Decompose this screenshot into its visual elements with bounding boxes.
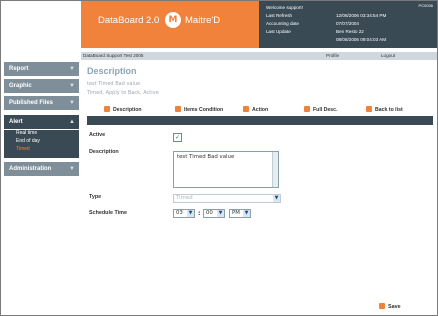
orange-square-icon: [304, 106, 310, 112]
active-label: Active: [89, 132, 106, 138]
last-update-time: 08/08/2006 09:04:03 AM: [336, 37, 387, 42]
chevron-down-icon: ▼: [69, 66, 75, 72]
description-label: Description: [89, 149, 119, 155]
tab-back-to-list-label: Back to list: [375, 107, 403, 113]
description-textarea[interactable]: test Timed Bad value: [173, 151, 279, 188]
nav-alert-label: Alert: [9, 119, 23, 125]
nav-timed[interactable]: Timed: [16, 146, 30, 152]
chevron-down-icon: ▼: [187, 210, 194, 217]
accounting-date-value: 07/07/2004: [336, 21, 359, 26]
page-title: Description: [87, 66, 137, 76]
tab-description-label: Description: [113, 107, 142, 113]
last-refresh-label: Last Refresh: [266, 13, 293, 18]
tab-full-desc[interactable]: Full Desc.: [304, 106, 338, 113]
header: DataBoard 2.0 M Maitre'D PC0036 Welcome …: [1, 1, 437, 48]
logout-link[interactable]: Logout: [381, 53, 395, 58]
nav-published-files-label: Published Files: [9, 100, 54, 106]
tab-items-condition[interactable]: Items Condition: [175, 106, 223, 113]
nav-report-label: Report: [9, 66, 29, 72]
chevron-down-icon: ▼: [273, 195, 280, 202]
product-name: Maitre'D: [185, 15, 221, 26]
save-button[interactable]: Save: [379, 303, 401, 310]
session-info: PC0036 Welcome support! Last Refresh 12/…: [259, 1, 437, 48]
chevron-down-icon: ▼: [243, 210, 250, 217]
nav-alert[interactable]: Alert ▲: [4, 115, 79, 129]
schedule-time-label: Schedule Time: [89, 210, 127, 216]
orange-square-icon: [175, 106, 181, 112]
hour-value: 03: [176, 210, 183, 216]
nav-published-files[interactable]: Published Files ▼: [4, 96, 79, 110]
tab-action-label: Action: [252, 107, 269, 113]
app-title: DataBoard 2.0: [98, 15, 160, 26]
tab-back-to-list[interactable]: Back to list: [366, 106, 403, 113]
nav-administration-label: Administration: [9, 166, 52, 172]
last-update-label: Last Update: [266, 29, 291, 34]
nav-administration[interactable]: Administration ▼: [4, 162, 79, 176]
nav-end-of-day[interactable]: End of day: [16, 138, 40, 144]
nav-graphic[interactable]: Graphic ▼: [4, 79, 79, 93]
textarea-scrollbar[interactable]: [272, 152, 278, 187]
maitred-logo-icon: M: [165, 12, 181, 28]
main-panel: Description test Timed Bad value Timed, …: [87, 60, 433, 312]
chevron-down-icon: ▼: [217, 210, 224, 217]
orange-square-icon: [366, 106, 372, 112]
hour-select[interactable]: 03 ▼: [173, 209, 195, 218]
app-window: DataBoard 2.0 M Maitre'D PC0036 Welcome …: [0, 0, 438, 316]
type-label: Type: [89, 194, 102, 200]
tab-full-desc-label: Full Desc.: [313, 107, 338, 113]
orange-square-icon: [243, 106, 249, 112]
accounting-date-label: Accounting date: [266, 21, 299, 26]
welcome-text: Welcome support!: [266, 5, 303, 10]
minute-value: 00: [206, 210, 213, 216]
save-label: Save: [388, 304, 401, 310]
nav-report[interactable]: Report ▼: [4, 62, 79, 76]
type-value: Timed: [176, 195, 193, 201]
alert-submenu: Real time End of day Timed: [4, 130, 79, 158]
id-code: PC0036: [418, 3, 433, 8]
minute-select[interactable]: 00 ▼: [203, 209, 225, 218]
tab-description[interactable]: Description: [104, 106, 142, 113]
chevron-up-icon: ▲: [69, 119, 75, 125]
profile-link[interactable]: Profile: [326, 53, 339, 58]
alert-summary-name: test Timed Bad value: [87, 81, 141, 87]
orange-square-icon: [104, 106, 110, 112]
tab-items-condition-label: Items Condition: [184, 107, 224, 113]
brand-banner: DataBoard 2.0 M Maitre'D: [81, 1, 259, 48]
chevron-down-icon: ▼: [69, 166, 75, 172]
chevron-down-icon: ▼: [69, 100, 75, 106]
context-bar: DataBoard Support Test 2005 Profile Logo…: [81, 52, 437, 60]
context-title: DataBoard Support Test 2005: [83, 53, 144, 58]
time-separator: :: [198, 210, 201, 217]
last-update-value: Ben Resto 22: [336, 29, 364, 34]
chevron-down-icon: ▼: [69, 83, 75, 89]
nav-graphic-label: Graphic: [9, 83, 32, 89]
section-divider: [87, 116, 433, 125]
tab-action[interactable]: Action: [243, 106, 268, 113]
nav-real-time[interactable]: Real time: [16, 130, 37, 136]
orange-square-icon: [379, 303, 385, 309]
tab-bar: Description Items Condition Action Full …: [87, 105, 433, 115]
last-refresh-value: 12/06/2006 03:34:54 PM: [336, 13, 387, 18]
description-value: test Timed Bad value: [177, 154, 235, 160]
ampm-select[interactable]: PM ▼: [229, 209, 251, 218]
type-select[interactable]: Timed ▼: [173, 194, 281, 203]
alert-summary-details: Timed, Apply to Back, Active: [87, 90, 159, 96]
checkmark-icon: ✓: [174, 134, 181, 141]
ampm-value: PM: [232, 210, 240, 216]
active-checkbox[interactable]: ✓: [173, 133, 182, 142]
